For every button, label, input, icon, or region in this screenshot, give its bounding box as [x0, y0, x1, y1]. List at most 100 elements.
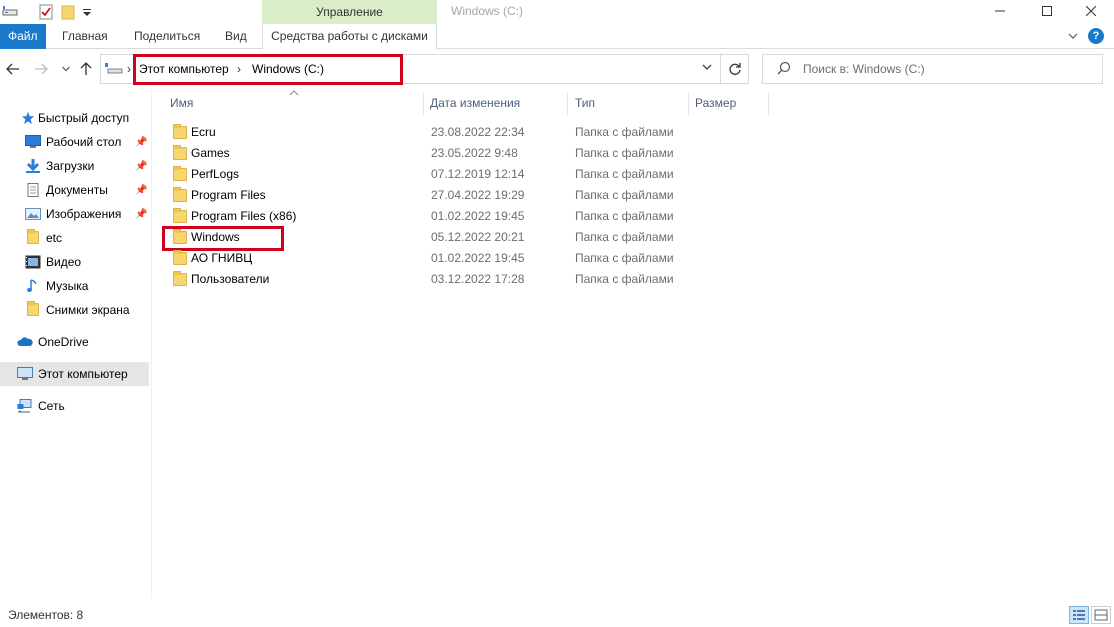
sidebar-item-label: Сеть	[38, 399, 65, 413]
column-divider[interactable]	[423, 93, 424, 115]
title-bar: Управление Windows (C:)	[0, 0, 1114, 24]
pin-icon[interactable]: 📌	[135, 137, 147, 148]
sidebar-item-onedrive[interactable]: OneDrive	[0, 330, 149, 354]
close-icon	[1086, 6, 1096, 16]
close-button[interactable]	[1068, 0, 1114, 22]
sidebar-item-music[interactable]: Музыка	[0, 274, 149, 298]
tab-share[interactable]: Поделиться	[126, 24, 208, 49]
column-divider[interactable]	[567, 93, 568, 115]
file-date: 23.05.2022 9:48	[431, 146, 518, 160]
column-header-name[interactable]: Имя	[170, 89, 193, 117]
maximize-button[interactable]	[1024, 0, 1070, 22]
back-button[interactable]	[3, 59, 23, 79]
large-icons-view-button[interactable]	[1091, 606, 1111, 624]
details-view-button[interactable]	[1069, 606, 1089, 624]
sort-ascending-icon	[289, 90, 299, 96]
pictures-icon	[25, 208, 41, 220]
folder-icon	[27, 301, 39, 316]
sidebar-item-network[interactable]: Сеть	[0, 394, 149, 418]
column-header-type[interactable]: Тип	[575, 89, 595, 117]
table-row[interactable]: Windows 05.12.2022 20:21 Папка с файлами	[163, 227, 683, 248]
video-icon	[25, 255, 41, 269]
breadcrumb-separator[interactable]: ›	[237, 55, 241, 83]
refresh-icon	[728, 63, 741, 75]
file-type: Папка с файлами	[575, 230, 674, 244]
drive-icon[interactable]	[2, 4, 18, 20]
file-date: 27.04.2022 19:29	[431, 188, 525, 202]
network-icon	[17, 399, 32, 413]
new-folder-icon[interactable]	[60, 4, 76, 20]
file-date: 01.02.2022 19:45	[431, 209, 525, 223]
search-icon	[777, 61, 791, 75]
table-row[interactable]: Games 23.05.2022 9:48 Папка с файлами	[163, 143, 683, 164]
star-icon	[21, 111, 35, 125]
pin-icon[interactable]: 📌	[135, 185, 147, 196]
file-date: 01.02.2022 19:45	[431, 251, 525, 265]
minimize-icon	[995, 10, 1005, 12]
table-row[interactable]: АО ГНИВЦ 01.02.2022 19:45 Папка с файлам…	[163, 248, 683, 269]
address-dropdown-icon[interactable]	[702, 62, 712, 72]
pin-icon[interactable]: 📌	[135, 161, 147, 172]
column-header-size[interactable]: Размер	[695, 89, 736, 117]
table-row[interactable]: Program Files (x86) 01.02.2022 19:45 Пап…	[163, 206, 683, 227]
help-button[interactable]: ?	[1088, 28, 1104, 44]
sidebar-item-pictures[interactable]: Изображения 📌	[0, 202, 149, 226]
recent-locations-button[interactable]	[56, 59, 76, 79]
sidebar-item-quick-access[interactable]: Быстрый доступ	[0, 106, 149, 130]
table-row[interactable]: PerfLogs 07.12.2019 12:14 Папка с файлам…	[163, 164, 683, 185]
sidebar-item-etc[interactable]: etc	[0, 226, 149, 250]
table-row[interactable]: Program Files 27.04.2022 19:29 Папка с ф…	[163, 185, 683, 206]
sidebar-item-video[interactable]: Видео	[0, 250, 149, 274]
sidebar-item-desktop[interactable]: Рабочий стол 📌	[0, 130, 149, 154]
file-type: Папка с файлами	[575, 188, 674, 202]
tab-view[interactable]: Вид	[217, 24, 255, 49]
sidebar-item-documents[interactable]: Документы 📌	[0, 178, 149, 202]
minimize-button[interactable]	[977, 0, 1023, 22]
details-view-icon	[1073, 610, 1085, 620]
column-divider[interactable]	[688, 93, 689, 115]
sidebar-item-label: Рабочий стол	[46, 135, 122, 149]
file-type: Папка с файлами	[575, 146, 674, 160]
folder-icon	[173, 187, 187, 202]
table-row[interactable]: Ecru 23.08.2022 22:34 Папка с файлами	[163, 122, 683, 143]
customize-toolbar-icon[interactable]	[82, 4, 92, 20]
sidebar-item-downloads[interactable]: Загрузки 📌	[0, 154, 149, 178]
refresh-button[interactable]	[721, 54, 749, 84]
documents-icon	[27, 183, 39, 197]
sidebar-item-screenshots[interactable]: Снимки экрана	[0, 298, 149, 322]
expand-ribbon-icon[interactable]	[1068, 31, 1078, 41]
up-button[interactable]	[76, 59, 96, 79]
breadcrumb-drive-c[interactable]: Windows (C:)	[252, 55, 324, 83]
sidebar-item-this-pc[interactable]: Этот компьютер	[0, 362, 149, 386]
search-box[interactable]: Поиск в: Windows (C:)	[762, 54, 1103, 84]
sidebar-item-label: Быстрый доступ	[38, 111, 130, 125]
manage-context-tab[interactable]: Управление	[262, 0, 437, 24]
file-name: Games	[191, 146, 230, 160]
arrow-left-icon	[6, 63, 19, 75]
forward-button[interactable]	[31, 59, 51, 79]
search-input[interactable]: Поиск в: Windows (C:)	[803, 55, 925, 83]
address-bar[interactable]: › Этот компьютер › Windows (C:)	[100, 54, 721, 84]
folder-icon	[173, 250, 187, 265]
pin-icon[interactable]: 📌	[135, 209, 147, 220]
breadcrumb-this-pc[interactable]: Этот компьютер	[139, 55, 229, 83]
folder-icon	[173, 271, 187, 286]
column-header-date[interactable]: Дата изменения	[430, 89, 520, 117]
properties-icon[interactable]	[38, 4, 54, 20]
file-date: 23.08.2022 22:34	[431, 125, 525, 139]
tab-file[interactable]: Файл	[0, 24, 46, 49]
column-divider[interactable]	[768, 93, 769, 115]
sidebar-item-label: OneDrive	[38, 335, 89, 349]
file-type: Папка с файлами	[575, 209, 674, 223]
maximize-icon	[1042, 6, 1052, 16]
folder-icon	[173, 208, 187, 223]
sidebar-item-label: Видео	[46, 255, 82, 269]
computer-icon	[17, 367, 33, 380]
sidebar-item-label: etc	[46, 231, 63, 245]
tab-disk-tools[interactable]: Средства работы с дисками	[262, 24, 437, 49]
sidebar-item-label: Этот компьютер	[38, 367, 128, 381]
item-count: Элементов: 8	[8, 608, 84, 622]
table-row[interactable]: Пользователи 03.12.2022 17:28 Папка с фа…	[163, 269, 683, 290]
navigation-pane: Быстрый доступ Рабочий стол 📌 Загрузки 📌…	[0, 89, 152, 599]
tab-home[interactable]: Главная	[54, 24, 116, 49]
